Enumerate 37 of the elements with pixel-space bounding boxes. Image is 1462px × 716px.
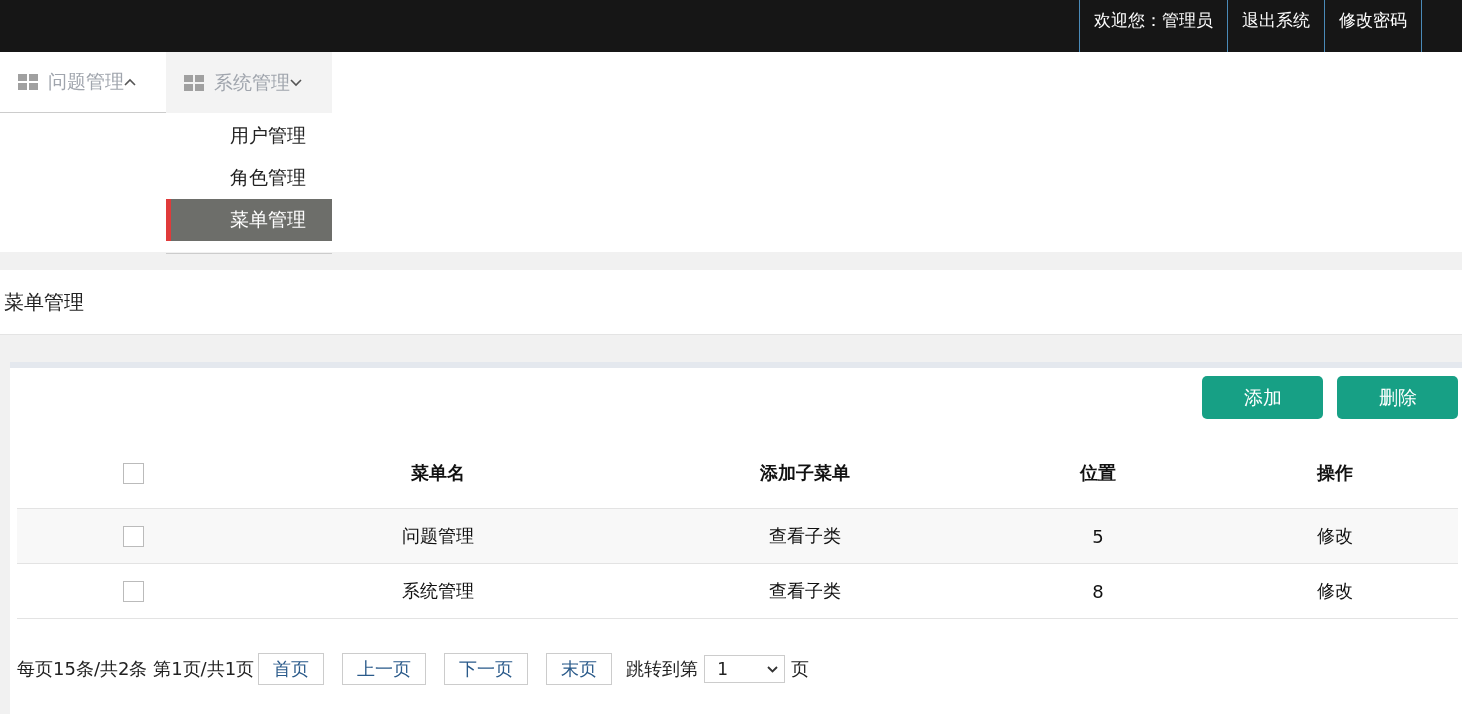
column-header: 位置 xyxy=(1080,461,1116,485)
topbar-link[interactable]: 欢迎您：管理员 xyxy=(1079,0,1227,52)
page-button[interactable]: 上一页 xyxy=(342,653,427,685)
page-select[interactable]: 1 xyxy=(704,655,786,683)
checkbox[interactable] xyxy=(123,525,144,547)
chevron-up-icon xyxy=(124,78,136,86)
chevron-down-icon xyxy=(290,78,302,87)
table-link[interactable]: 修改 xyxy=(1317,524,1353,548)
page-button[interactable]: 末页 xyxy=(546,653,613,685)
column-header: 菜单名 xyxy=(411,461,465,485)
page-button[interactable]: 首页 xyxy=(258,653,325,685)
column-header: 添加子菜单 xyxy=(760,461,850,485)
grid-icon xyxy=(184,74,204,91)
submenu-item[interactable]: 用户管理 xyxy=(166,115,332,157)
page-button[interactable]: 下一页 xyxy=(444,653,529,685)
jump-label: 跳转到第 xyxy=(626,657,699,681)
table-link[interactable]: 查看子类 xyxy=(769,524,841,548)
page-suffix: 页 xyxy=(791,657,810,681)
checkbox[interactable] xyxy=(123,580,144,602)
topbar-link[interactable]: 退出系统 xyxy=(1227,0,1324,52)
chevron-down-icon xyxy=(767,665,779,673)
nav-menu-label: 系统管理 xyxy=(214,69,290,95)
table-link[interactable]: 查看子类 xyxy=(769,579,841,603)
checkbox[interactable] xyxy=(123,462,144,484)
pagination-summary: 每页15条/共2条 第1页/共1页 xyxy=(17,657,255,681)
table-cell: 问题管理 xyxy=(402,524,474,548)
submenu-item[interactable]: 角色管理 xyxy=(166,157,332,199)
page-title: 菜单管理 xyxy=(4,288,84,316)
submenu-item[interactable]: 菜单管理 xyxy=(166,199,332,241)
table-cell: 8 xyxy=(1092,580,1104,602)
grid-icon xyxy=(18,74,38,90)
table-cell: 系统管理 xyxy=(402,579,474,603)
table-link[interactable]: 修改 xyxy=(1317,579,1353,603)
topbar-link[interactable]: 修改密码 xyxy=(1324,0,1422,52)
column-header: 操作 xyxy=(1317,461,1353,485)
nav-menu-label: 问题管理 xyxy=(48,69,124,94)
table-cell: 5 xyxy=(1092,525,1104,547)
